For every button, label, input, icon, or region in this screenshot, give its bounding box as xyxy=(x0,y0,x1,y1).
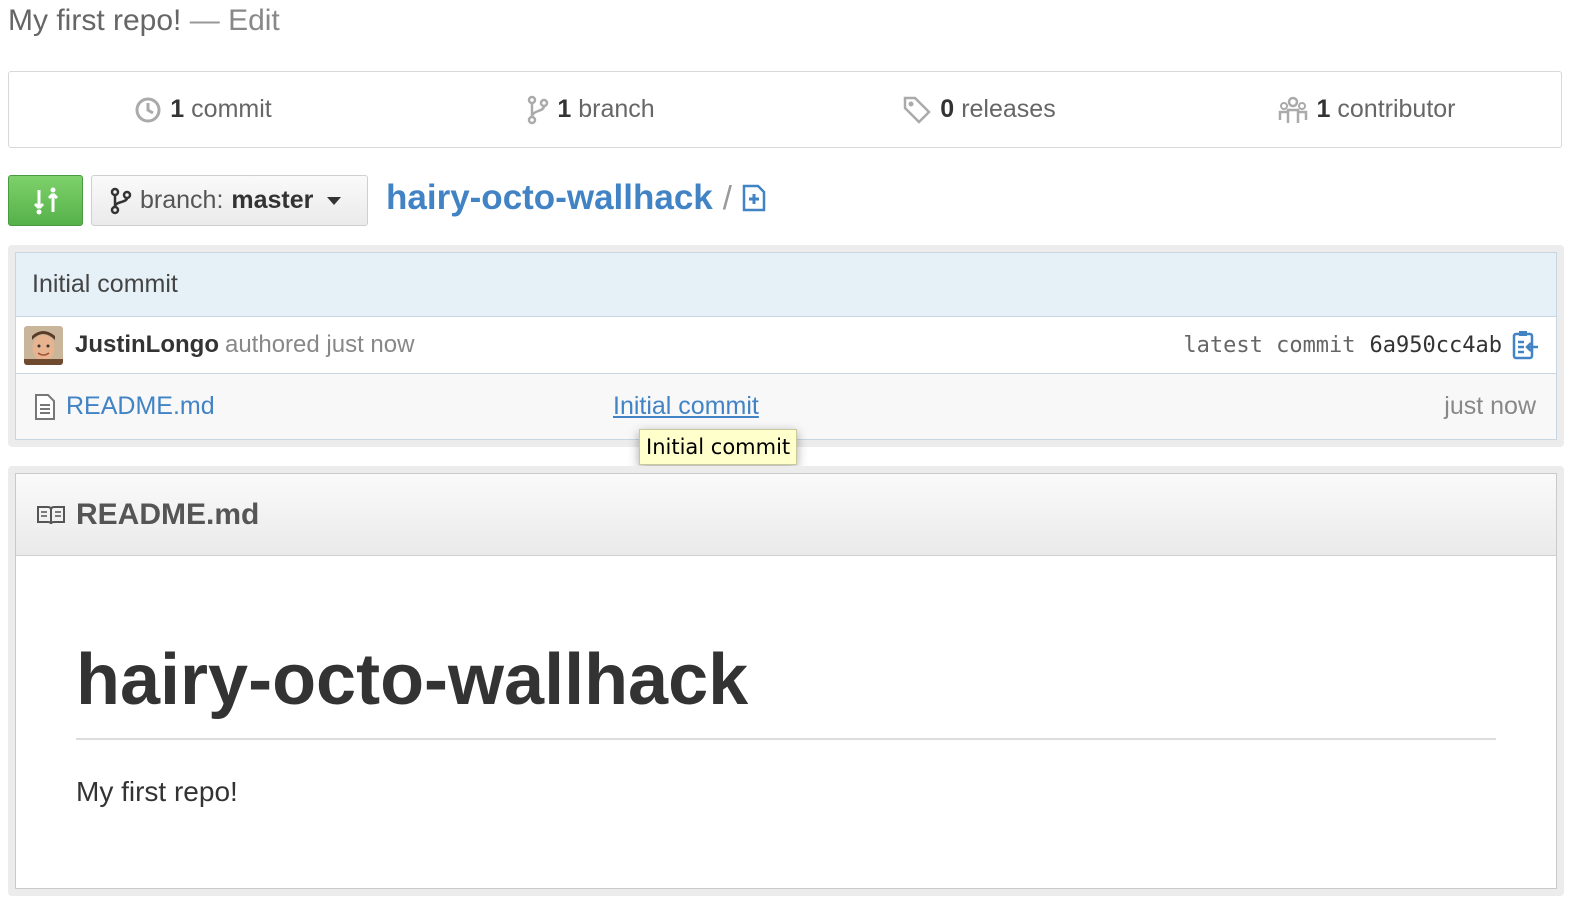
readme-heading: hairy-octo-wallhack xyxy=(76,556,1496,740)
readme-content: hairy-octo-wallhack My first repo! xyxy=(16,556,1556,808)
new-file-icon[interactable] xyxy=(742,184,766,212)
file-text-icon xyxy=(35,393,55,420)
releases-label: releases xyxy=(961,95,1056,123)
branch-selector[interactable]: branch: master xyxy=(91,175,368,226)
repo-stats-bar: 1 commit 1 branch 0 releases 1 contribut… xyxy=(8,71,1562,148)
branches-label: branch xyxy=(578,95,655,123)
tag-icon xyxy=(904,96,932,124)
contributors-count: 1 xyxy=(1316,95,1331,123)
latest-commit: latest commit 6a950cc4ab xyxy=(1183,330,1540,360)
description-separator: — xyxy=(189,4,220,37)
commits-label: commit xyxy=(191,95,272,123)
branches-stat[interactable]: 1 branch xyxy=(397,72,785,147)
clipboard-icon[interactable] xyxy=(1512,330,1540,360)
file-commit-message-link[interactable]: Initial commit xyxy=(613,392,759,421)
readme-header: README.md xyxy=(16,474,1556,556)
commits-stat[interactable]: 1 commit xyxy=(9,72,397,147)
branch-prefix: branch: xyxy=(140,186,224,214)
commit-time: authored just now xyxy=(224,331,415,358)
breadcrumb: hairy-octo-wallhack / xyxy=(386,178,766,218)
organization-icon xyxy=(1279,96,1308,123)
commit-title-bar: Initial commit xyxy=(16,253,1556,317)
tooltip: Initial commit xyxy=(639,429,798,465)
file-name-link[interactable]: README.md xyxy=(66,392,215,421)
breadcrumb-separator: / xyxy=(722,179,732,216)
chevron-down-icon xyxy=(327,196,342,205)
book-icon xyxy=(37,505,65,524)
commit-meta-bar: JustinLongo authored just now latest com… xyxy=(16,317,1556,374)
branch-icon xyxy=(528,95,549,124)
branches-count: 1 xyxy=(557,95,572,123)
commit-author[interactable]: JustinLongo xyxy=(75,331,219,359)
compare-pull-request-button[interactable] xyxy=(8,175,83,226)
readme-panel: README.md hairy-octo-wallhack My first r… xyxy=(8,466,1564,896)
history-icon xyxy=(135,97,161,122)
readme-paragraph: My first repo! xyxy=(76,776,238,807)
repo-name-link[interactable]: hairy-octo-wallhack xyxy=(386,178,713,218)
file-navigation-panel: Initial commit JustinLongo authored just… xyxy=(8,245,1564,447)
commit-sha[interactable]: 6a950cc4ab xyxy=(1370,333,1502,358)
releases-stat[interactable]: 0 releases xyxy=(785,72,1173,147)
contributors-label: contributor xyxy=(1337,95,1456,123)
commit-message[interactable]: Initial commit xyxy=(32,270,178,299)
releases-count: 0 xyxy=(940,95,955,123)
readme-title: README.md xyxy=(76,497,260,531)
repo-description: My first repo! — Edit xyxy=(8,4,280,38)
commits-count: 1 xyxy=(170,95,185,123)
latest-commit-label: latest commit xyxy=(1183,332,1356,358)
avatar-image xyxy=(24,325,63,365)
edit-description-link[interactable]: Edit xyxy=(228,4,280,37)
branch-name: master xyxy=(231,186,314,214)
branch-icon xyxy=(110,187,132,214)
contributors-stat[interactable]: 1 contributor xyxy=(1173,72,1561,147)
avatar[interactable] xyxy=(24,325,63,365)
file-listing: Initial commit JustinLongo authored just… xyxy=(15,252,1557,440)
compare-icon xyxy=(33,187,58,214)
readme-box: README.md hairy-octo-wallhack My first r… xyxy=(15,473,1557,889)
file-age: just now xyxy=(1444,392,1536,420)
description-text: My first repo! xyxy=(8,4,182,37)
